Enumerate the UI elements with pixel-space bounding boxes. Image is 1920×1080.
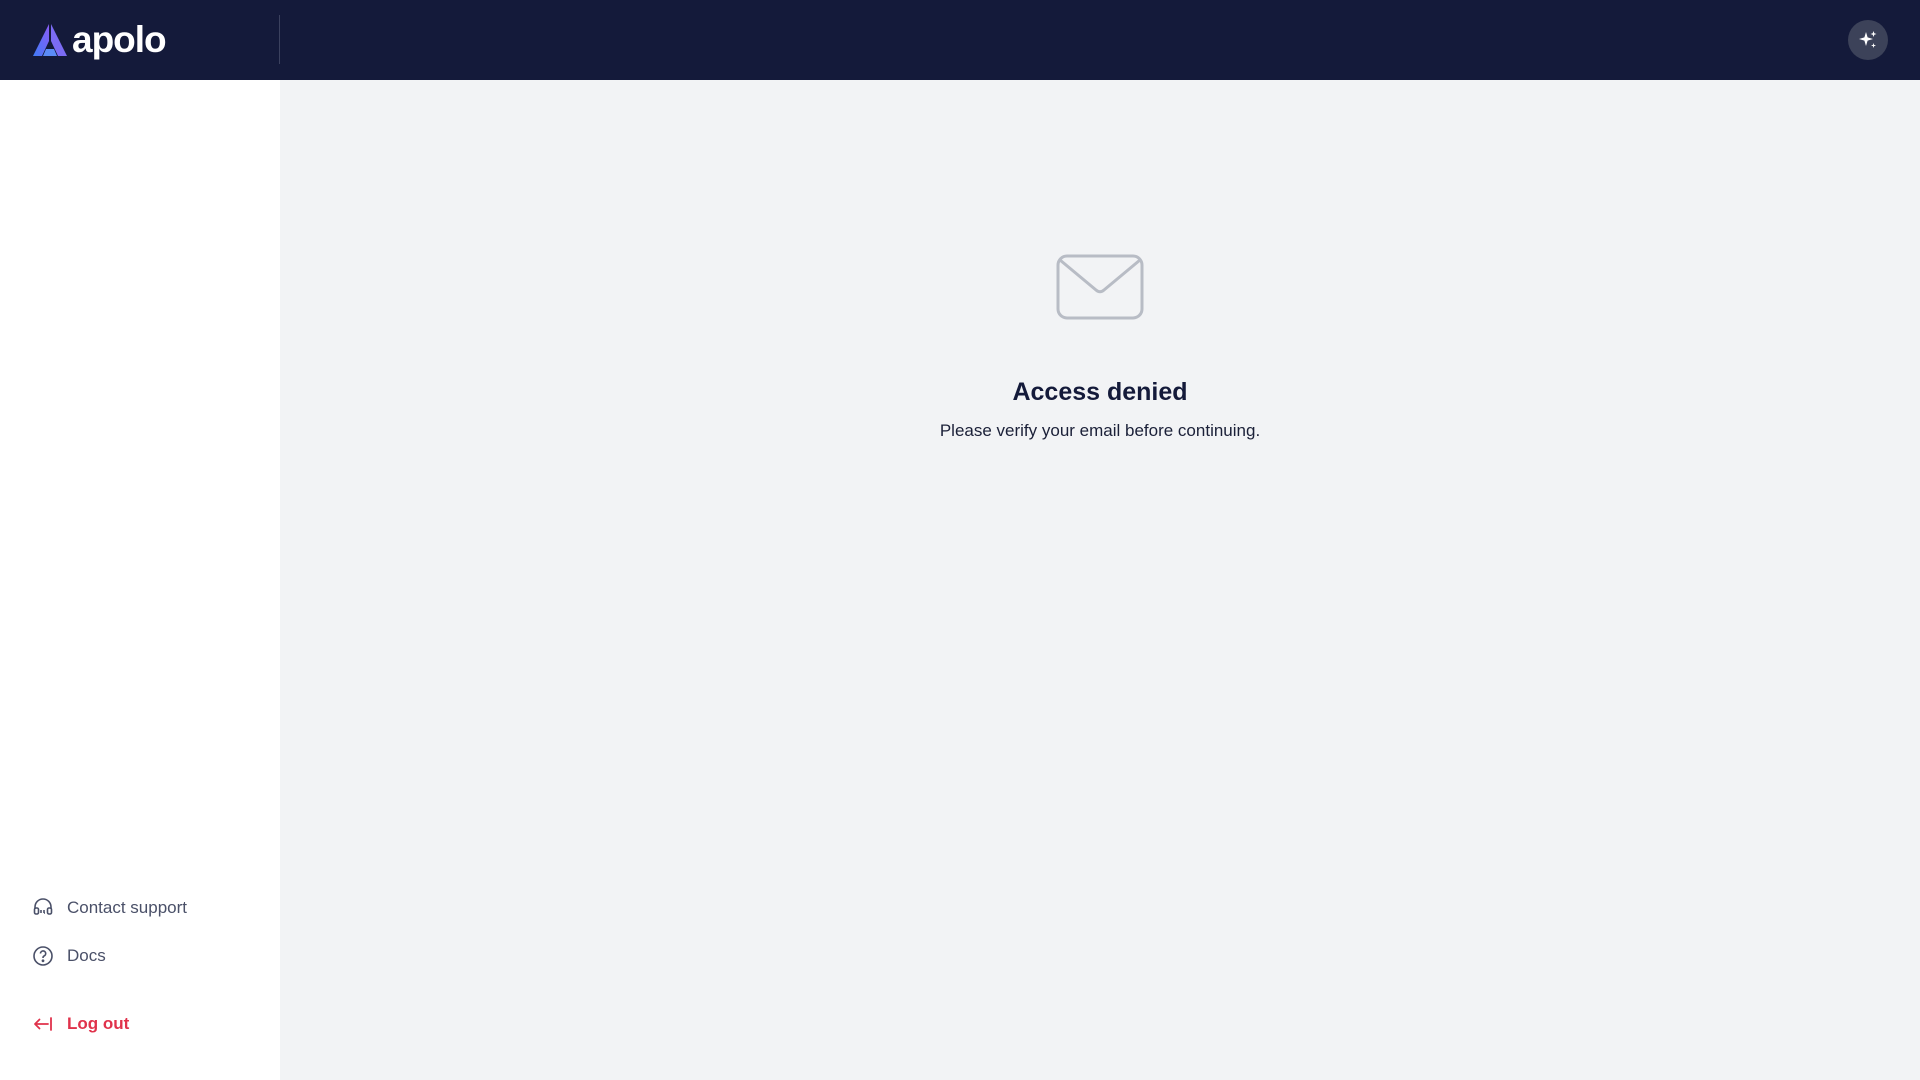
sidebar-item-label: Contact support: [67, 898, 188, 917]
help-circle-icon: [32, 945, 54, 967]
logout-arrow-icon: [32, 1013, 54, 1035]
sidebar-item-contact-support[interactable]: Contact support: [32, 894, 187, 922]
apolo-logo[interactable]: apolo: [32, 19, 167, 61]
top-bar: apolo: [0, 0, 1920, 80]
envelope-icon: [1056, 254, 1144, 320]
sidebar-item-docs[interactable]: Docs: [32, 942, 106, 970]
logo-text: apolo: [72, 19, 167, 60]
sparkles-icon: [1859, 31, 1877, 48]
headset-icon: [32, 897, 54, 919]
main-content: Access denied Please verify your email b…: [280, 80, 1920, 1080]
access-denied-message: Please verify your email before continui…: [939, 421, 1261, 440]
sidebar-item-label: Log out: [67, 1014, 130, 1033]
sidebar: Contact support Docs Log out: [0, 80, 280, 1080]
ai-assistant-button[interactable]: [1848, 20, 1888, 60]
access-denied-title: Access denied: [1012, 378, 1188, 406]
sidebar-item-log-out[interactable]: Log out: [32, 1010, 129, 1038]
sidebar-item-label: Docs: [67, 946, 106, 965]
header-divider: [279, 15, 280, 64]
apolo-logo-icon: [33, 24, 67, 56]
